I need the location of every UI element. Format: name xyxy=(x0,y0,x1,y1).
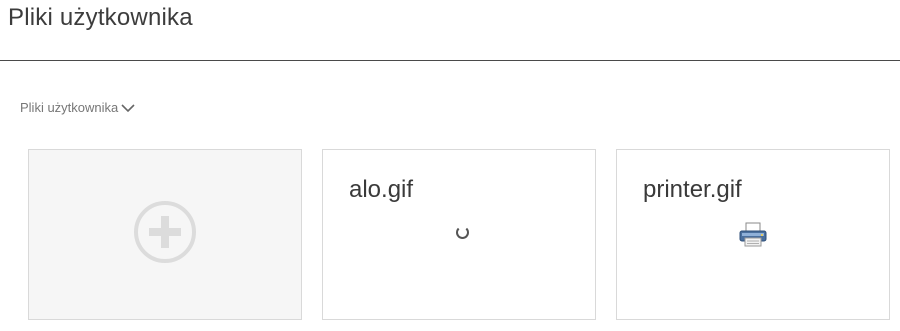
chevron-down-icon xyxy=(121,101,135,115)
file-thumbnail xyxy=(323,222,595,239)
file-name: alo.gif xyxy=(349,176,414,203)
add-circle-icon xyxy=(133,200,197,269)
file-tile-alo[interactable]: alo.gif xyxy=(322,149,596,320)
breadcrumb-label: Pliki użytkownika xyxy=(20,100,119,115)
printer-icon xyxy=(737,222,769,253)
spinner-icon xyxy=(455,226,469,239)
add-file-tile[interactable] xyxy=(28,149,302,320)
title-divider xyxy=(0,60,900,61)
file-thumbnail xyxy=(617,222,889,253)
page-title: Pliki użytkownika xyxy=(8,4,193,31)
file-tiles: alo.gif printer.gif xyxy=(28,149,890,320)
file-tile-printer[interactable]: printer.gif xyxy=(616,149,890,320)
breadcrumb-dropdown[interactable]: Pliki użytkownika xyxy=(20,100,135,115)
file-name: printer.gif xyxy=(643,176,742,203)
